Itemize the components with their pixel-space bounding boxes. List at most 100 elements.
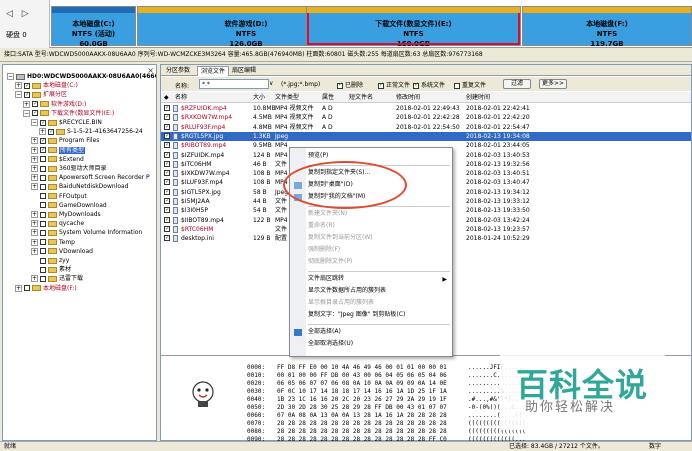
file-row[interactable]: $RLUF93F.mp4 4.8MBMP4 视频文件 A D 2018-02-01 2… <box>161 122 691 132</box>
tree-item[interactable]: − $RECYCLE.BIN <box>31 118 102 127</box>
expander-icon[interactable]: − <box>31 119 38 126</box>
tree-item[interactable]: + 迅雷下载 <box>31 274 83 283</box>
tab-sector-edit[interactable]: 扇区编辑 <box>229 66 259 76</box>
expander-icon[interactable]: + <box>31 146 38 154</box>
file-row[interactable]: $RXKDW7W.mp4 4.5MBMP4 视频文件 A D 2018-02-01 2… <box>161 112 691 122</box>
col-created[interactable]: 创建时间 <box>466 92 490 103</box>
file-checkbox[interactable] <box>164 168 170 177</box>
col-short-name[interactable]: 短文件名 <box>349 92 373 103</box>
tree-item[interactable]: − 下载文件(数显文件)(E:) <box>23 108 114 118</box>
tree-item[interactable]: − HD0:WDCWD5000AAKX-08U6AA0(466GB) <box>7 72 156 81</box>
tree-checkbox[interactable] <box>40 183 46 190</box>
partition-3[interactable]: 本地磁盘(F:) NTFS 119.7GB <box>522 6 692 48</box>
col-size[interactable]: 大小 <box>253 92 265 103</box>
next-disk-icon[interactable]: ▷ <box>22 9 29 19</box>
file-checkbox[interactable] <box>164 150 170 159</box>
file-checkbox[interactable] <box>164 205 170 214</box>
tree-checkbox[interactable] <box>40 229 46 236</box>
more-button[interactable]: 更多>> <box>539 79 567 89</box>
expander-icon[interactable]: + <box>31 155 38 163</box>
file-checkbox[interactable] <box>164 196 170 205</box>
file-checkbox[interactable] <box>164 233 170 242</box>
name-filter-input[interactable] <box>199 79 269 89</box>
tree-checkbox[interactable] <box>40 136 46 145</box>
tree-checkbox[interactable] <box>40 266 46 273</box>
normal-files-checkbox[interactable]: 正常文件 <box>378 80 410 89</box>
file-checkbox[interactable] <box>164 140 170 149</box>
col-attr[interactable]: 属性 <box>322 92 334 103</box>
tree-checkbox[interactable] <box>40 118 46 127</box>
deleted-checkbox[interactable]: 已删除 <box>337 80 363 89</box>
menu-item[interactable]: 全部选择(A) <box>308 327 450 337</box>
tree-item[interactable]: + 所有类型 <box>31 145 86 155</box>
expander-icon[interactable]: + <box>31 238 38 246</box>
tree-checkbox[interactable] <box>40 275 46 282</box>
tree-item[interactable]: + S-1-5-21-4163647256-24 <box>39 127 143 136</box>
file-checkbox[interactable] <box>164 104 170 112</box>
file-checkbox[interactable] <box>164 159 170 168</box>
expander-icon[interactable]: + <box>31 183 38 191</box>
tree-item[interactable]: + VDownload <box>31 247 93 256</box>
tree-checkbox[interactable] <box>32 99 38 108</box>
partition-2[interactable]: 下载文件(数显文件)(E:) NTFS 160.0GB <box>306 6 521 48</box>
tree-item[interactable]: zyy <box>31 256 69 265</box>
expander-icon[interactable]: + <box>31 229 38 237</box>
tree-checkbox[interactable] <box>40 193 46 200</box>
col-name[interactable]: 名称 <box>175 92 187 103</box>
expander-icon[interactable]: − <box>7 73 14 80</box>
menu-item[interactable]: 预览(P) <box>308 151 450 161</box>
tree-item[interactable]: − 扩展分区 <box>15 90 67 99</box>
menu-item[interactable]: 复制文字："Jpeg 图像" 到剪贴板(C) <box>308 310 450 320</box>
tab-browse-files[interactable]: 浏览文件 <box>197 66 230 76</box>
tree-item[interactable]: + System Volume Information <box>31 228 142 237</box>
partition-0[interactable]: 本地磁盘(C:) NTFS (活动) 60.0GB <box>51 6 136 48</box>
tree-item[interactable]: + Program Files <box>31 136 99 145</box>
file-row[interactable]: $RZFUIDK.mp4 10.8MBMP4 视频文件 A D 2018-02-01 … <box>161 104 691 113</box>
tree-item[interactable]: + Temp <box>31 238 75 247</box>
tree-item[interactable]: + qycache <box>31 219 84 228</box>
tree-checkbox[interactable] <box>40 165 46 172</box>
tree-item[interactable]: GameDownload <box>31 201 107 210</box>
expander-icon[interactable]: + <box>23 100 30 108</box>
tree-checkbox[interactable] <box>40 156 46 163</box>
file-checkbox[interactable] <box>164 122 170 131</box>
prev-disk-icon[interactable]: ◁ <box>6 9 13 19</box>
tree-checkbox[interactable] <box>40 239 46 246</box>
menu-item[interactable]: 文件扇区跳转 <box>308 274 450 284</box>
tree-checkbox[interactable] <box>40 220 46 227</box>
tab-partition-params[interactable]: 分区参数 <box>163 66 193 76</box>
directory-tree[interactable]: × −HD0:WDCWD5000AAKX-08U6AA0(466GB)+本地磁盘… <box>2 64 157 441</box>
file-checkbox[interactable] <box>164 177 170 186</box>
tree-checkbox[interactable] <box>24 81 30 90</box>
expander-icon[interactable]: + <box>31 220 38 228</box>
expander-icon[interactable]: + <box>31 211 38 218</box>
tree-checkbox[interactable] <box>40 257 46 264</box>
col-modified[interactable]: 修改时间 <box>396 92 420 103</box>
chevron-down-icon[interactable]: ∨ <box>269 80 273 87</box>
tree-checkbox[interactable] <box>40 202 46 209</box>
tree-item[interactable]: 素材 <box>31 265 71 274</box>
tree-checkbox[interactable] <box>48 127 54 136</box>
tree-item[interactable]: + MyDownloads <box>31 210 101 219</box>
file-checkbox[interactable] <box>164 224 170 233</box>
menu-item[interactable]: 全部取消选择(U) <box>308 339 450 349</box>
file-checkbox[interactable] <box>164 131 170 140</box>
tree-item[interactable]: + 本地磁盘(F:) <box>15 284 77 293</box>
tree-item[interactable]: FFOutput <box>31 192 87 201</box>
expander-icon[interactable]: + <box>31 174 38 182</box>
tree-checkbox[interactable] <box>24 90 30 99</box>
file-checkbox[interactable] <box>164 112 170 121</box>
file-checkbox[interactable] <box>164 215 170 224</box>
expander-icon[interactable]: + <box>15 284 22 292</box>
tree-checkbox[interactable] <box>40 248 46 255</box>
menu-item[interactable]: 显示文件数据所占用的簇列表 <box>308 286 450 296</box>
tree-checkbox[interactable] <box>32 108 38 117</box>
expander-icon[interactable]: + <box>31 247 38 255</box>
tree-item[interactable]: + Apowersoft Screen Recorder P <box>31 173 150 182</box>
tree-item[interactable]: + BaiduNetdiskDownload <box>31 182 129 191</box>
tree-checkbox[interactable] <box>40 145 46 154</box>
file-checkbox[interactable] <box>164 187 170 196</box>
filter-button[interactable]: 过滤 <box>503 79 531 89</box>
tree-checkbox[interactable] <box>40 174 46 181</box>
tree-item[interactable]: +360驱动大师目录 <box>31 164 106 173</box>
